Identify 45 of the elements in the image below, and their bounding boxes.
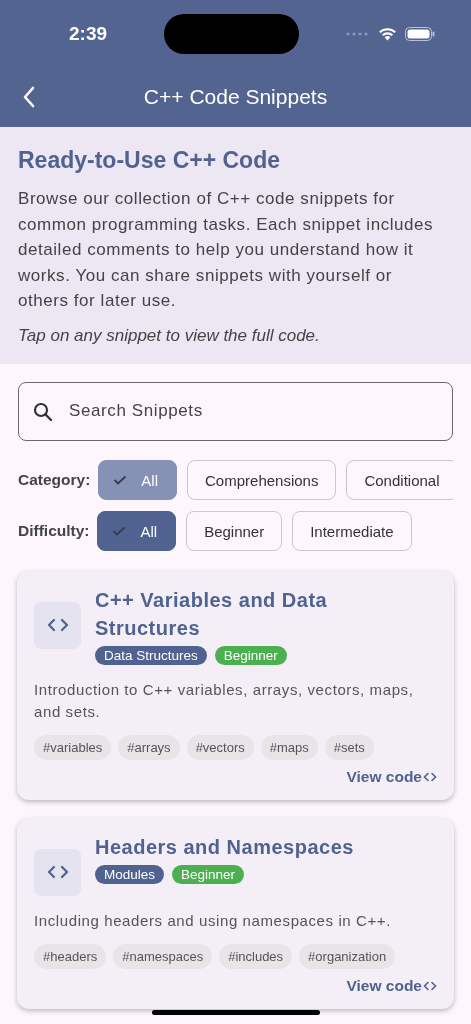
- intro-hint: Tap on any snippet to view the full code.: [18, 325, 321, 346]
- view-code-link[interactable]: View code: [346, 976, 437, 995]
- hashtag: #organization: [299, 943, 396, 969]
- filter-chip[interactable]: All: [97, 511, 177, 551]
- filter-label: Category:: [18, 471, 91, 489]
- hashtag: #includes: [219, 943, 293, 969]
- screen-title: C++ Code Snippets: [143, 85, 328, 109]
- intro-heading: Ready-to-Use C++ Code: [18, 147, 281, 174]
- code-icon: [423, 980, 437, 991]
- filter-chip[interactable]: Intermediate: [292, 511, 412, 551]
- hashtag: #namespaces: [113, 943, 213, 969]
- tag: Beginner: [172, 864, 245, 884]
- snippet-card[interactable]: C++ Variables and Data Structures Data Structures Beginner Introduction to C++ variables, arrays, vectors, maps, and sets. #variables #arrays #vectors #maps #sets View code: [17, 570, 454, 800]
- hashtag: #headers: [34, 943, 107, 969]
- filter-chip[interactable]: Beginner: [186, 511, 283, 551]
- hashtag: #arrays: [118, 734, 180, 760]
- filter-label: Difficulty:: [18, 522, 90, 540]
- battery-icon: [405, 27, 435, 41]
- tag: Data Structures: [95, 645, 207, 665]
- wifi-icon: [378, 27, 397, 41]
- tag: Modules: [95, 864, 165, 884]
- check-icon: [112, 526, 127, 536]
- code-icon: [34, 848, 81, 896]
- check-icon: [113, 475, 128, 485]
- snippet-card[interactable]: Headers and Namespaces Modules Beginner Including headers and using namespaces in C++. #headers #namespaces #includes #organization View code: [17, 817, 454, 1009]
- snippet-title: Headers and Namespaces: [95, 834, 355, 860]
- tag: Beginner: [214, 645, 287, 665]
- search-field[interactable]: Search Snippets: [18, 381, 453, 441]
- signal-icon: [346, 32, 370, 36]
- filter-chip[interactable]: Conditional: [346, 460, 453, 500]
- chevron-left-icon: [22, 86, 36, 108]
- intro-text: Browse our collection of C++ code snippets for common programming tasks. Each snippet includes detailed comments to help you understand how it works. You can share snippets with yourself or others for later use.: [18, 188, 435, 312]
- hashtag: #variables: [34, 734, 112, 760]
- search-icon: [33, 401, 53, 422]
- hashtag: #sets: [324, 734, 374, 760]
- hashtag: #maps: [260, 734, 318, 760]
- filter-chip[interactable]: Comprehensions: [187, 460, 337, 500]
- status-time: 2:39: [69, 23, 108, 45]
- code-icon: [34, 601, 81, 649]
- snippet-title: C++ Variables and Data Structures: [95, 587, 329, 641]
- view-code-link[interactable]: View code: [346, 767, 437, 786]
- hashtag: #vectors: [186, 734, 254, 760]
- snippet-description: Including headers and using namespaces in C++.: [34, 910, 392, 931]
- snippet-description: Introduction to C++ variables, arrays, vectors, maps, and sets.: [34, 679, 415, 722]
- code-icon: [423, 771, 437, 782]
